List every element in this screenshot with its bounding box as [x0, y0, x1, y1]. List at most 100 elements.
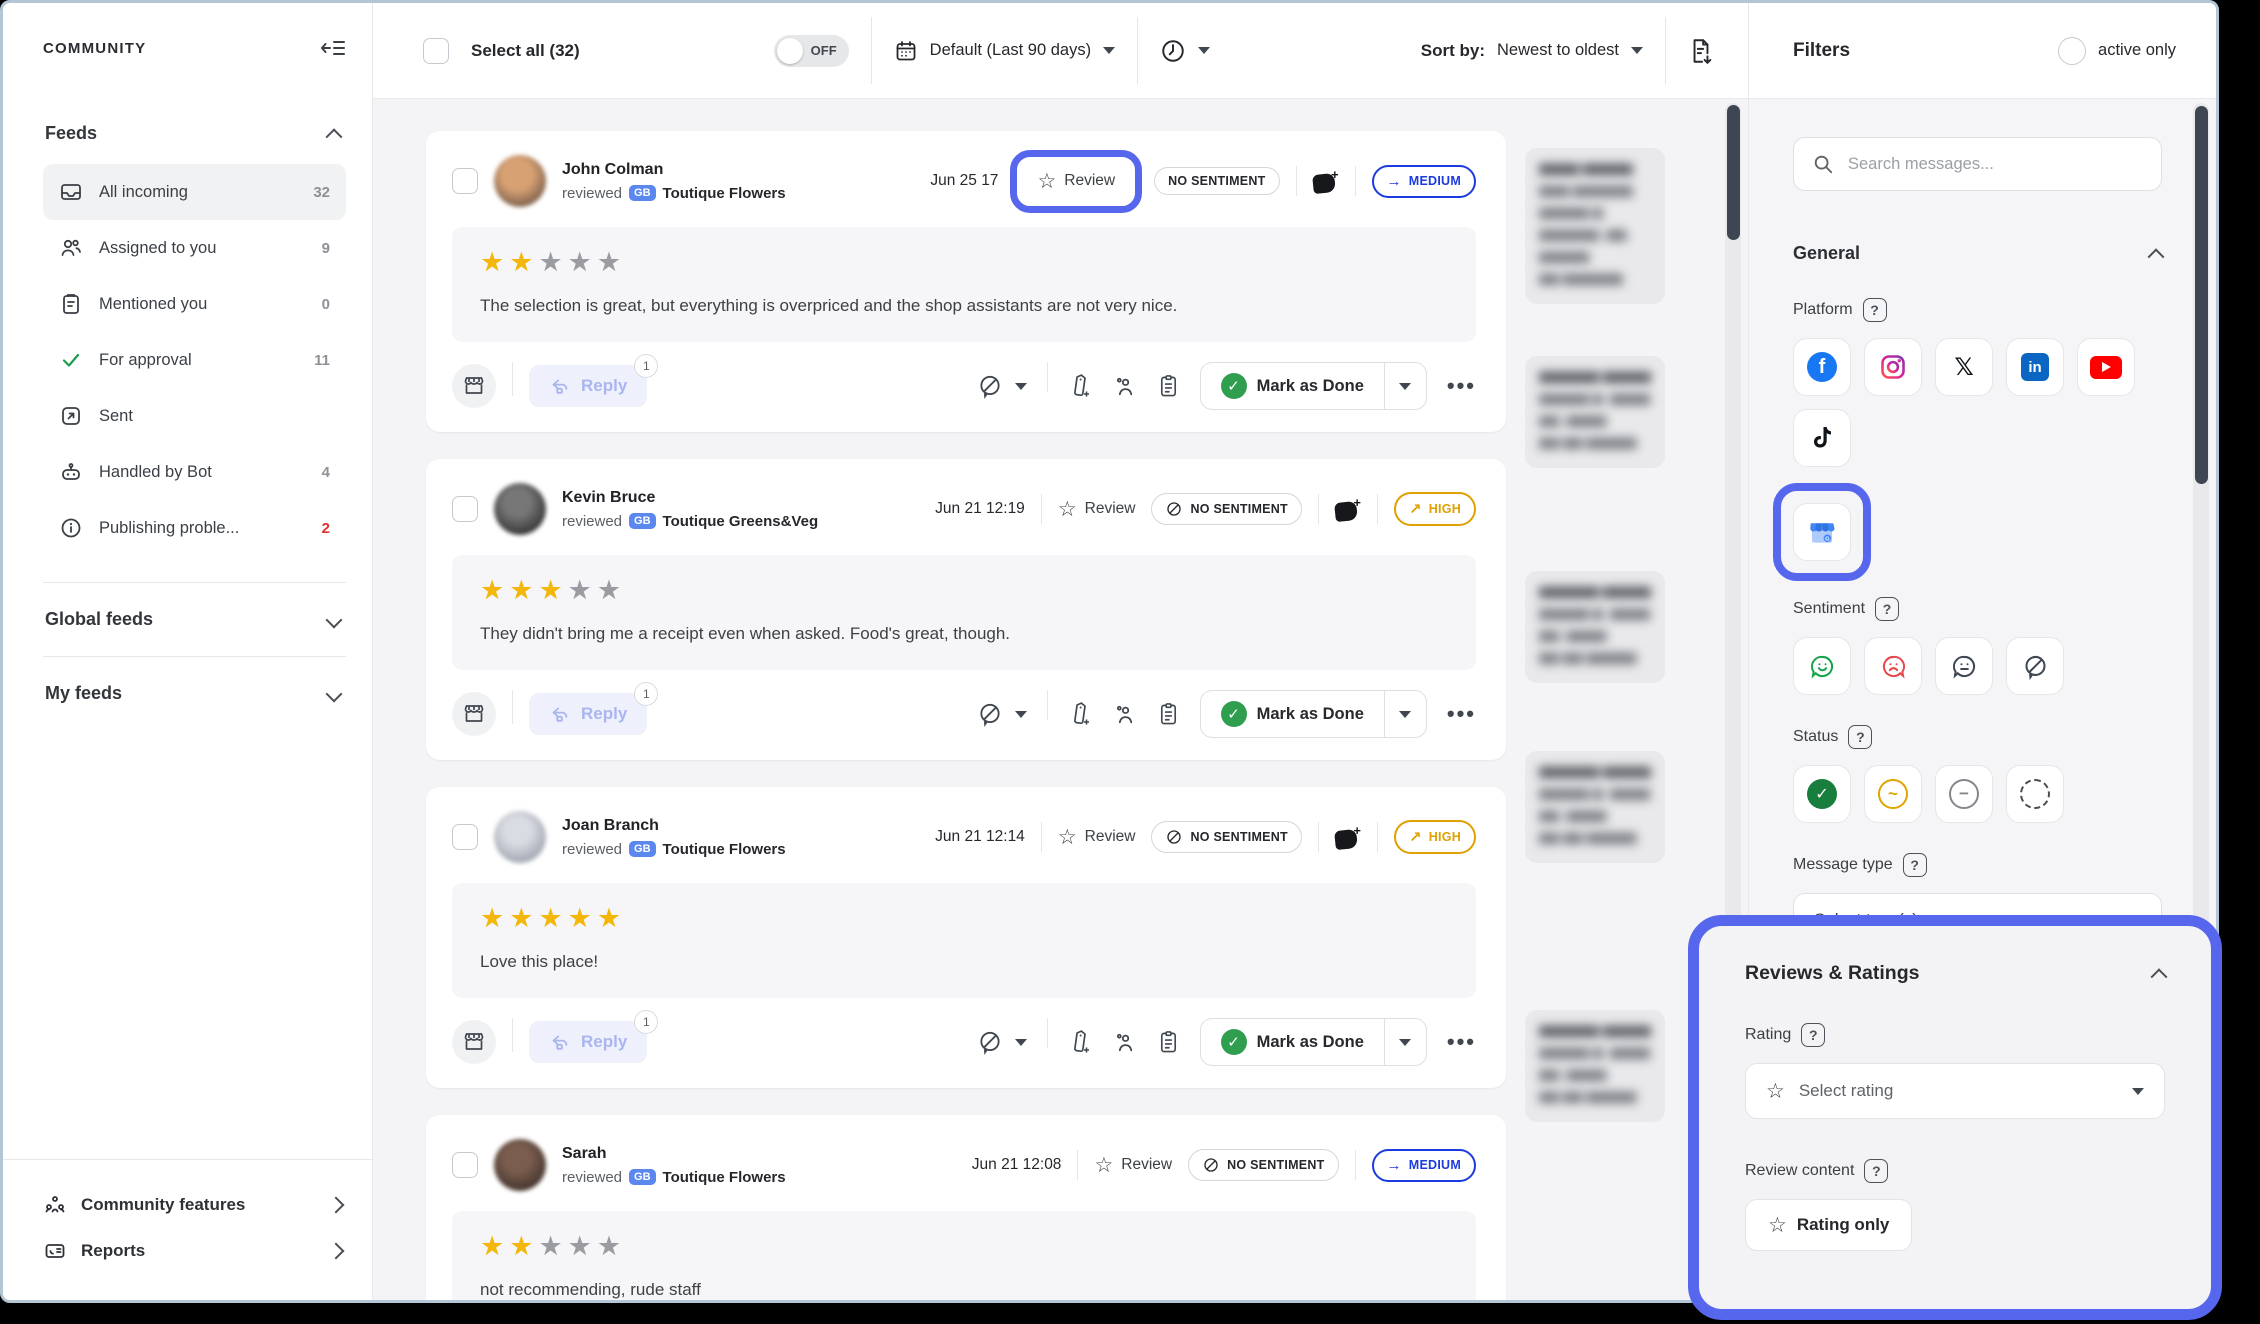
- sentiment-positive-button[interactable]: [1793, 637, 1851, 695]
- sidebar-item-assigned[interactable]: Assigned to you 9: [43, 220, 346, 276]
- more-actions-button[interactable]: •••: [1447, 701, 1476, 727]
- status-not-started-button[interactable]: −: [1935, 765, 1993, 823]
- notes-icon[interactable]: [1157, 1029, 1180, 1055]
- storefront-button[interactable]: [452, 1020, 496, 1064]
- notes-icon[interactable]: [1157, 373, 1180, 399]
- sentiment-negative-button[interactable]: [1864, 637, 1922, 695]
- sidebar-item-reports[interactable]: Reports: [43, 1228, 342, 1274]
- mark-as-done-button[interactable]: ✓ Mark as Done: [1201, 1019, 1384, 1065]
- help-icon[interactable]: ?: [1801, 1023, 1825, 1047]
- auto-refresh-toggle[interactable]: OFF: [774, 35, 849, 67]
- scrollbar-thumb[interactable]: [1727, 105, 1740, 240]
- sidebar-item-publishing-problems[interactable]: Publishing proble... 2: [43, 500, 346, 556]
- tiktok-icon: [1810, 425, 1834, 451]
- card-checkbox[interactable]: [452, 1152, 478, 1178]
- sidebar-item-mentioned[interactable]: Mentioned you 0: [43, 276, 346, 332]
- reply-label: Reply: [581, 1032, 627, 1052]
- sidebar-item-for-approval[interactable]: For approval 11: [43, 332, 346, 388]
- message-card[interactable]: Sarah reviewed GB Toutique Flowers Jun 2…: [426, 1115, 1506, 1303]
- assign-user-icon[interactable]: [1112, 374, 1137, 399]
- priority-pill[interactable]: ↗ HIGH: [1394, 820, 1476, 854]
- export-button[interactable]: [1688, 37, 1714, 65]
- help-icon[interactable]: ?: [1903, 853, 1927, 877]
- status-in-progress-button[interactable]: ~: [1864, 765, 1922, 823]
- select-all-checkbox[interactable]: [423, 38, 449, 64]
- platform-google-business-button[interactable]: G: [1793, 503, 1851, 561]
- scrollbar-thumb[interactable]: [2195, 106, 2208, 484]
- sidebar-item-community-features[interactable]: Community features: [43, 1182, 342, 1228]
- sidebar-item-all-incoming[interactable]: All incoming 32: [43, 164, 346, 220]
- sentiment-none-button[interactable]: [2006, 637, 2064, 695]
- add-label-icon[interactable]: +: [1313, 169, 1339, 193]
- rating-select[interactable]: ☆ Select rating: [1745, 1063, 2165, 1119]
- help-icon[interactable]: ?: [1848, 725, 1872, 749]
- assign-user-icon[interactable]: [1112, 702, 1137, 727]
- help-icon[interactable]: ?: [1863, 298, 1887, 322]
- add-tag-icon[interactable]: [1068, 701, 1092, 727]
- sentiment-pill[interactable]: NO SENTIMENT: [1188, 1149, 1338, 1181]
- more-actions-button[interactable]: •••: [1447, 373, 1476, 399]
- active-only-checkbox[interactable]: [2058, 37, 2086, 65]
- sentiment-pill[interactable]: NO SENTIMENT: [1151, 493, 1301, 525]
- storefront-button[interactable]: [452, 692, 496, 736]
- status-done-button[interactable]: ✓: [1793, 765, 1851, 823]
- card-checkbox[interactable]: [452, 496, 478, 522]
- help-icon[interactable]: ?: [1875, 597, 1899, 621]
- add-tag-icon[interactable]: [1068, 1029, 1092, 1055]
- active-only-control[interactable]: active only: [2058, 37, 2176, 65]
- sentiment-pill[interactable]: NO SENTIMENT: [1154, 167, 1279, 195]
- platform-tiktok-button[interactable]: [1793, 409, 1851, 467]
- sidebar-item-sent[interactable]: Sent: [43, 388, 346, 444]
- global-feeds-section-header[interactable]: Global feeds: [45, 609, 340, 630]
- mark-as-done-caret[interactable]: [1384, 363, 1426, 409]
- mark-as-done-button[interactable]: ✓ Mark as Done: [1201, 363, 1384, 409]
- sidebar-item-handled-by-bot[interactable]: Handled by Bot 4: [43, 444, 346, 500]
- add-tag-icon[interactable]: [1068, 373, 1092, 399]
- platform-linkedin-button[interactable]: in: [2006, 338, 2064, 396]
- collapse-sidebar-icon[interactable]: [320, 37, 346, 59]
- sort-dropdown[interactable]: Sort by: Newest to oldest: [1421, 41, 1643, 61]
- add-label-icon[interactable]: +: [1335, 497, 1361, 521]
- assign-user-icon[interactable]: [1112, 1030, 1137, 1055]
- message-card[interactable]: Kevin Bruce reviewed GB Toutique Greens&…: [426, 459, 1506, 760]
- mark-as-done-button[interactable]: ✓ Mark as Done: [1201, 691, 1384, 737]
- sentiment-select[interactable]: [977, 701, 1027, 727]
- platform-youtube-button[interactable]: [2077, 338, 2135, 396]
- review-body: ★★★★★ The selection is great, but everyt…: [452, 227, 1476, 342]
- time-dropdown[interactable]: [1160, 38, 1210, 64]
- sentiment-select[interactable]: [977, 373, 1027, 399]
- date-range-dropdown[interactable]: Default (Last 90 days): [894, 39, 1115, 63]
- sentiment-neutral-button[interactable]: [1935, 637, 1993, 695]
- sentiment-pill[interactable]: NO SENTIMENT: [1151, 821, 1301, 853]
- priority-pill[interactable]: → MEDIUM: [1372, 165, 1476, 198]
- platform-facebook-button[interactable]: f: [1793, 338, 1851, 396]
- priority-pill[interactable]: → MEDIUM: [1372, 1149, 1476, 1182]
- search-input[interactable]: Search messages...: [1793, 137, 2162, 191]
- mark-as-done-caret[interactable]: [1384, 691, 1426, 737]
- facebook-icon: f: [1807, 352, 1837, 382]
- status-none-button[interactable]: [2006, 765, 2064, 823]
- platform-x-button[interactable]: 𝕏: [1935, 338, 1993, 396]
- mark-as-done-caret[interactable]: [1384, 1019, 1426, 1065]
- reply-button[interactable]: Reply 1: [529, 365, 647, 407]
- priority-pill[interactable]: ↗ HIGH: [1394, 492, 1476, 526]
- reply-button[interactable]: Reply 1: [529, 693, 647, 735]
- message-card[interactable]: Joan Branch reviewed GB Toutique Flowers…: [426, 787, 1506, 1088]
- sentiment-select[interactable]: [977, 1029, 1027, 1055]
- card-checkbox[interactable]: [452, 824, 478, 850]
- more-actions-button[interactable]: •••: [1447, 1029, 1476, 1055]
- reply-button[interactable]: Reply 1: [529, 1021, 647, 1063]
- notes-icon[interactable]: [1157, 701, 1180, 727]
- platform-instagram-button[interactable]: [1864, 338, 1922, 396]
- feeds-section-header[interactable]: Feeds: [45, 123, 340, 144]
- sentiment-label: NO SENTIMENT: [1190, 502, 1287, 516]
- message-card[interactable]: John Colman reviewed GB Toutique Flowers…: [426, 131, 1506, 432]
- help-icon[interactable]: ?: [1864, 1159, 1888, 1183]
- my-feeds-section-header[interactable]: My feeds: [45, 683, 340, 704]
- add-label-icon[interactable]: +: [1335, 825, 1361, 849]
- storefront-button[interactable]: [452, 364, 496, 408]
- rating-only-button[interactable]: ☆ Rating only: [1745, 1199, 1912, 1251]
- general-section-header[interactable]: General: [1793, 243, 2162, 264]
- reviews-ratings-section-header[interactable]: Reviews & Ratings: [1745, 962, 2165, 985]
- card-checkbox[interactable]: [452, 168, 478, 194]
